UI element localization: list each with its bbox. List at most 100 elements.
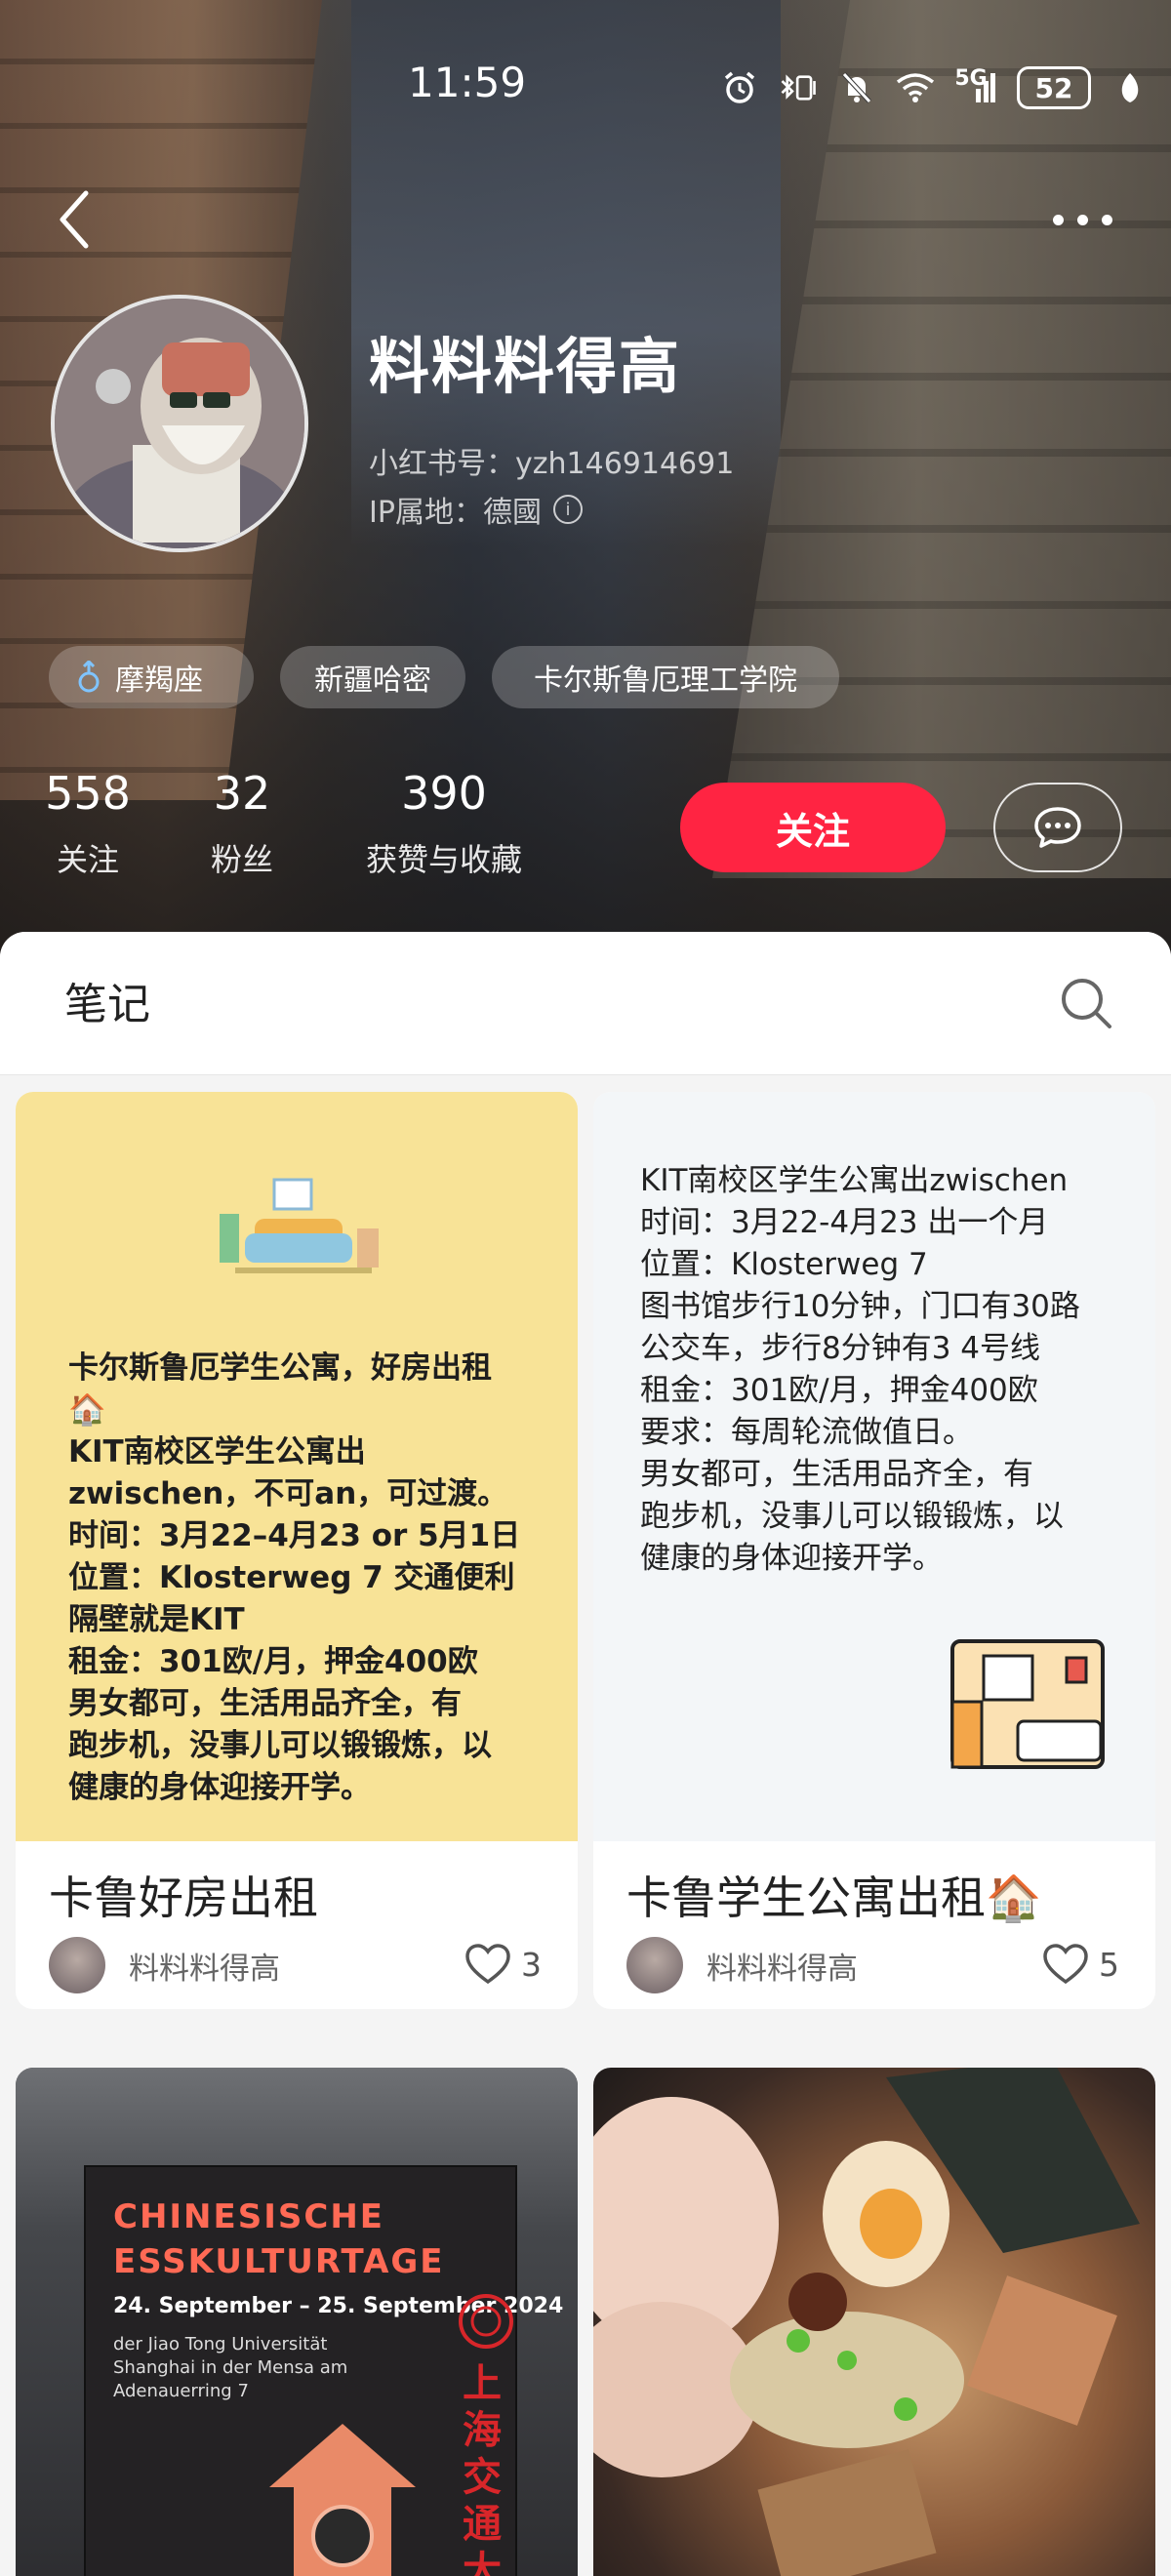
- cover-line: KIT南校区学生公寓出: [68, 1434, 366, 1469]
- status-icons: 5G 52: [720, 66, 1150, 109]
- cover-line: 🏠: [68, 1392, 106, 1428]
- cover-line: 卡尔斯鲁厄学生公寓，好房出租: [68, 1350, 492, 1386]
- poster-title-line: ESSKULTURTAGE: [113, 2242, 445, 2281]
- stat-following-label: 关注: [56, 841, 119, 878]
- cover-line: 图书馆步行10分钟，门口有30路: [640, 1289, 1080, 1324]
- more-options-button[interactable]: [1049, 200, 1117, 239]
- search-button[interactable]: [1057, 974, 1115, 1032]
- redbook-id[interactable]: 小红书号：yzh146914691: [369, 439, 734, 482]
- note-card-3-cover: CHINESISCHE ESSKULTURTAGE 24. September …: [16, 2068, 578, 2576]
- tag-school-label: 卡尔斯鲁厄理工学院: [534, 664, 797, 698]
- note-card-1-title: 卡鲁好房出租: [49, 1872, 318, 1924]
- cover-line: KIT南校区学生公寓出zwischen: [640, 1163, 1069, 1198]
- cover-line: 公交车，步行8分钟有3 4号线: [640, 1331, 1041, 1366]
- ip-location-row: IP属地：德國 i: [369, 488, 583, 531]
- author-avatar: [626, 1937, 683, 1993]
- cover-line: 健康的身体迎接开学。: [640, 1541, 943, 1576]
- cover-line: 租金：301欧/月，押金400欧: [68, 1644, 478, 1679]
- poster-title: CHINESISCHE ESSKULTURTAGE: [113, 2194, 445, 2284]
- stat-likes-collects[interactable]: 390 获赞与收藏: [351, 771, 537, 880]
- note-card-1[interactable]: 卡尔斯鲁厄学生公寓，好房出租 🏠 KIT南校区学生公寓出 zwischen，不可…: [16, 1092, 578, 2009]
- chevron-left-icon: [60, 190, 89, 249]
- stat-following-count: 558: [45, 767, 131, 820]
- stat-followers-label: 粉丝: [210, 841, 273, 878]
- stat-followers-count: 32: [213, 767, 271, 820]
- author-name: 料料料得高: [129, 1951, 280, 1987]
- profile-header-background: 11:59 5G 52 料料料得高 小红书号：yzh146914691 IP属地…: [0, 0, 1171, 961]
- cover-line: 要求：每周轮流做值日。: [640, 1415, 973, 1450]
- status-time: 11:59: [408, 59, 527, 106]
- cuckoo-clock-illustration: [269, 2424, 416, 2576]
- cover-line: 男女都可，生活用品齐全，有: [640, 1457, 1033, 1492]
- like-count: 5: [1099, 1945, 1119, 1984]
- university-seal-icon: [459, 2294, 513, 2349]
- cover-line: 位置：Klosterweg 7: [640, 1247, 928, 1282]
- cover-line: 跑步机，没事儿可以锻锻炼，以: [640, 1499, 1064, 1534]
- cover-line: 时间：3月22-4月23 出一个月: [640, 1205, 1049, 1240]
- room-illustration: [950, 1639, 1105, 1769]
- stat-likes-label: 获赞与收藏: [365, 841, 522, 878]
- avatar[interactable]: [51, 295, 308, 552]
- cover-line: 位置：Klosterweg 7 交通便利: [68, 1560, 515, 1595]
- back-button[interactable]: [51, 185, 98, 254]
- nickname: 料料料得高: [369, 331, 682, 402]
- tab-notes[interactable]: 笔记: [64, 969, 150, 1031]
- note-card-1-cover-text: 卡尔斯鲁厄学生公寓，好房出租 🏠 KIT南校区学生公寓出 zwischen，不可…: [68, 1348, 576, 1809]
- search-icon: [1062, 979, 1111, 1028]
- tag-hometown: 新疆哈密: [280, 646, 465, 708]
- background-building-right: [712, 0, 1171, 878]
- wifi-icon: [896, 68, 935, 107]
- leaf-icon: [1110, 68, 1150, 107]
- network-type: 5G: [954, 65, 988, 91]
- chat-bubble-icon: [1034, 807, 1081, 848]
- note-card-1-cover: 卡尔斯鲁厄学生公寓，好房出租 🏠 KIT南校区学生公寓出 zwischen，不可…: [16, 1092, 578, 1841]
- author-avatar: [49, 1937, 105, 1993]
- battery-level: 52: [1034, 71, 1073, 104]
- signal-icon: 5G: [954, 65, 997, 107]
- stat-likes-count: 390: [401, 767, 487, 820]
- battery-icon: 52: [1017, 66, 1091, 109]
- status-bar: 11:59 5G 52: [0, 0, 1171, 109]
- notes-panel: 笔记 卡尔斯鲁厄学生公寓，好房出租 🏠 KIT南校区学生公寓出 zwischen…: [0, 932, 1171, 2576]
- note-card-2-likes[interactable]: 5: [1042, 1943, 1119, 1986]
- stat-following[interactable]: 558 关注: [39, 771, 137, 880]
- tag-zodiac: 摩羯座: [49, 646, 254, 708]
- poster-university-name: 上海交通大学: [463, 2361, 502, 2576]
- alarm-icon: [720, 68, 759, 107]
- poster-details: der Jiao Tong Universität Shanghai in de…: [113, 2334, 348, 2401]
- heart-icon: [465, 1944, 510, 1985]
- cover-line: 跑步机，没事儿可以锻锻炼，以: [68, 1728, 492, 1763]
- cover-line: 隔壁就是KIT: [68, 1602, 245, 1637]
- note-card-2[interactable]: KIT南校区学生公寓出zwischen 时间：3月22-4月23 出一个月 位置…: [593, 1092, 1155, 2009]
- note-card-4[interactable]: [593, 2068, 1155, 2576]
- note-card-1-likes[interactable]: 3: [464, 1943, 542, 1986]
- tab-header: 笔记: [0, 932, 1171, 1075]
- like-count: 3: [521, 1945, 542, 1984]
- cover-line: 男女都可，生活用品齐全，有: [68, 1686, 462, 1721]
- ramen-photo: [593, 2068, 1155, 2576]
- ip-location: IP属地：德國: [369, 496, 542, 530]
- mute-icon: [837, 68, 876, 107]
- note-card-2-title: 卡鲁学生公寓出租🏠: [626, 1872, 1042, 1924]
- bluetooth-vibrate-icon: [779, 68, 818, 107]
- female-icon: [78, 661, 100, 693]
- follow-button[interactable]: 关注: [680, 783, 946, 872]
- author-name: 料料料得高: [707, 1951, 858, 1987]
- info-icon[interactable]: i: [552, 495, 583, 524]
- cover-line: 时间：3月22–4月23 or 5月1日: [68, 1518, 521, 1553]
- sofa-illustration: [220, 1178, 379, 1273]
- tag-school: 卡尔斯鲁厄理工学院: [492, 646, 839, 708]
- note-card-1-author[interactable]: 料料料得高: [49, 1937, 280, 1993]
- ramen-illustration: [593, 2068, 1140, 2576]
- note-card-2-author[interactable]: 料料料得高: [626, 1937, 858, 1993]
- note-card-2-cover: KIT南校区学生公寓出zwischen 时间：3月22-4月23 出一个月 位置…: [593, 1092, 1155, 1841]
- note-card-2-cover-text: KIT南校区学生公寓出zwischen 时间：3月22-4月23 出一个月 位置…: [640, 1160, 1155, 1580]
- cover-line: zwischen，不可an，可过渡。: [68, 1476, 508, 1511]
- message-button[interactable]: [993, 783, 1122, 872]
- stat-followers[interactable]: 32 粉丝: [193, 771, 291, 880]
- note-card-3[interactable]: CHINESISCHE ESSKULTURTAGE 24. September …: [16, 2068, 578, 2576]
- cover-line: 租金：301欧/月，押金400欧: [640, 1373, 1038, 1408]
- cover-line: 健康的身体迎接开学。: [68, 1770, 371, 1805]
- tag-zodiac-label: 摩羯座: [115, 664, 203, 698]
- poster-title-line: CHINESISCHE: [113, 2197, 384, 2236]
